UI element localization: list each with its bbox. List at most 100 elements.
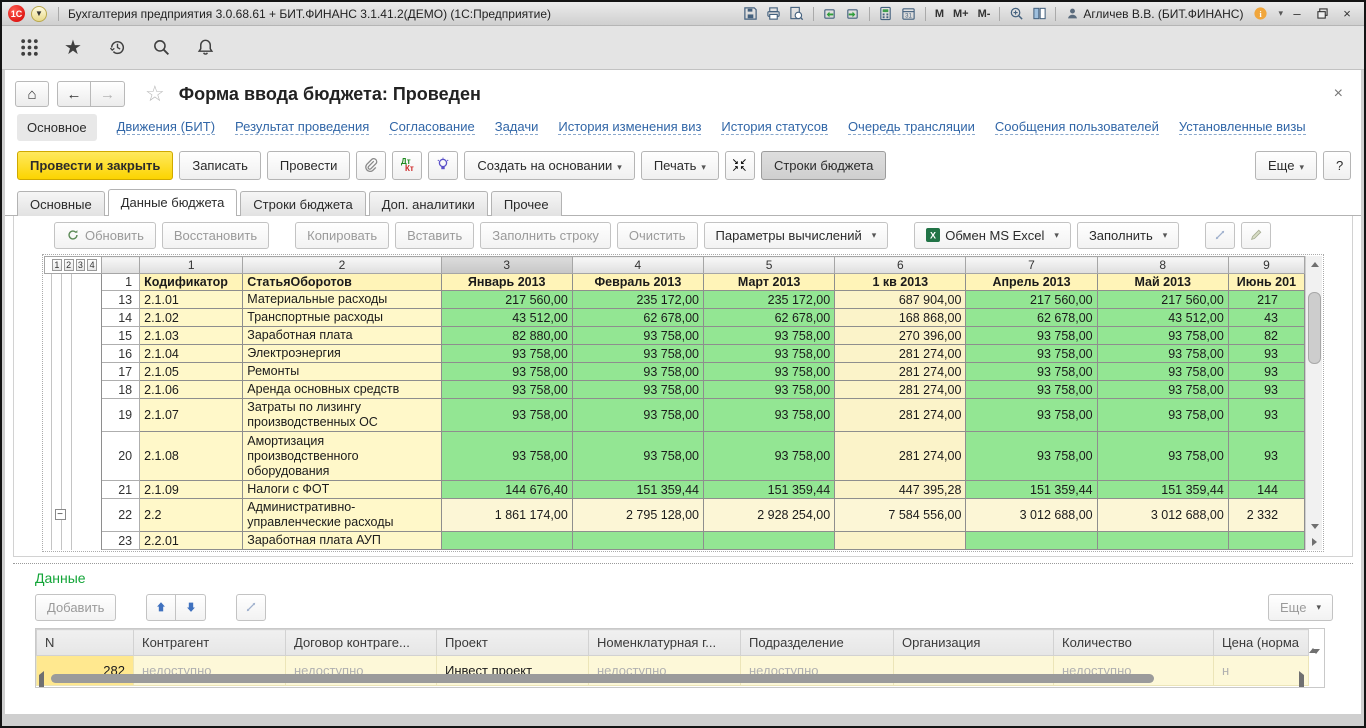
- tab-3[interactable]: Доп. аналитики: [369, 191, 488, 216]
- data-vertical-scrollbar[interactable]: [1309, 631, 1323, 654]
- value-cell[interactable]: 235 172,00: [572, 291, 703, 309]
- value-cell[interactable]: 93: [1228, 381, 1304, 399]
- nav-link-5[interactable]: История изменения виз: [558, 119, 701, 135]
- value-cell[interactable]: 217 560,00: [1097, 291, 1228, 309]
- row-number[interactable]: 17: [102, 363, 140, 381]
- data-column-header-8[interactable]: Цена (норма: [1214, 630, 1309, 656]
- column-number-9[interactable]: 9: [1228, 257, 1304, 274]
- value-cell[interactable]: 93 758,00: [441, 399, 572, 432]
- value-cell[interactable]: 2 332: [1228, 499, 1304, 532]
- nav-link-1[interactable]: Движения (БИТ): [117, 119, 215, 135]
- codifier-cell[interactable]: 2.2.01: [140, 532, 243, 550]
- article-cell[interactable]: Административно-управленческие расходы: [243, 499, 441, 532]
- scroll-up-button[interactable]: [1306, 256, 1323, 272]
- value-cell[interactable]: [835, 532, 966, 550]
- column-number-5[interactable]: 5: [704, 257, 835, 274]
- scroll-thumb[interactable]: [1308, 292, 1321, 364]
- nav-link-3[interactable]: Согласование: [389, 119, 474, 135]
- home-button[interactable]: ⌂: [15, 81, 49, 107]
- post-button[interactable]: Провести: [267, 151, 351, 180]
- data-column-header-0[interactable]: N: [37, 630, 134, 656]
- value-cell[interactable]: 62 678,00: [704, 309, 835, 327]
- codifier-cell[interactable]: 2.1.02: [140, 309, 243, 327]
- column-number-4[interactable]: 4: [572, 257, 703, 274]
- row-number[interactable]: 15: [102, 327, 140, 345]
- info-caret-icon[interactable]: ▾: [1278, 8, 1283, 19]
- value-cell[interactable]: 687 904,00: [835, 291, 966, 309]
- column-number-6[interactable]: 6: [835, 257, 966, 274]
- refresh-button[interactable]: Обновить: [54, 222, 156, 249]
- value-cell[interactable]: 2 928 254,00: [704, 499, 835, 532]
- data-column-header-6[interactable]: Организация: [894, 630, 1054, 656]
- value-cell[interactable]: 93 758,00: [966, 432, 1097, 481]
- column-number-1[interactable]: 1: [140, 257, 243, 274]
- value-cell[interactable]: 3 012 688,00: [966, 499, 1097, 532]
- value-cell[interactable]: 93 758,00: [441, 363, 572, 381]
- article-cell[interactable]: Аренда основных средств: [243, 381, 441, 399]
- move-up-button[interactable]: [146, 594, 176, 621]
- back-button[interactable]: ←: [57, 81, 91, 107]
- row-number[interactable]: 22: [102, 499, 140, 532]
- search-icon[interactable]: [150, 37, 172, 59]
- info-icon[interactable]: i: [1250, 5, 1270, 23]
- value-cell[interactable]: 7 584 556,00: [835, 499, 966, 532]
- value-cell[interactable]: [441, 532, 572, 550]
- memory-m-minus-button[interactable]: M-: [975, 8, 994, 20]
- value-cell[interactable]: 43 512,00: [441, 309, 572, 327]
- minimize-button[interactable]: –: [1286, 5, 1308, 23]
- value-cell[interactable]: 270 396,00: [835, 327, 966, 345]
- codifier-cell[interactable]: 2.1.05: [140, 363, 243, 381]
- tab-0[interactable]: Основные: [17, 191, 105, 216]
- article-cell[interactable]: Заработная плата: [243, 327, 441, 345]
- row-number[interactable]: 23: [102, 532, 140, 550]
- nav-link-7[interactable]: Очередь трансляции: [848, 119, 975, 135]
- paste-button[interactable]: Вставить: [395, 222, 474, 249]
- row-number[interactable]: 21: [102, 481, 140, 499]
- memory-m-button[interactable]: M: [932, 8, 947, 20]
- value-cell[interactable]: 281 274,00: [835, 345, 966, 363]
- sort-button[interactable]: [236, 594, 266, 621]
- value-cell[interactable]: 93 758,00: [572, 432, 703, 481]
- print-menu-button[interactable]: Печать▾: [641, 151, 719, 180]
- value-cell[interactable]: 93 758,00: [441, 345, 572, 363]
- write-button[interactable]: Записать: [179, 151, 261, 180]
- move-down-button[interactable]: [176, 594, 206, 621]
- fill-button[interactable]: Заполнить▾: [1077, 222, 1179, 249]
- scroll-right-button[interactable]: [1299, 675, 1304, 688]
- nav-link-6[interactable]: История статусов: [721, 119, 828, 135]
- row-number[interactable]: 18: [102, 381, 140, 399]
- column-number-2[interactable]: 2: [243, 257, 441, 274]
- value-cell[interactable]: 281 274,00: [835, 381, 966, 399]
- fill-row-button[interactable]: Заполнить строку: [480, 222, 611, 249]
- edit-pencil-button[interactable]: [1241, 222, 1271, 249]
- group-level-button-1[interactable]: 1: [52, 259, 62, 271]
- collapse-group-button[interactable]: −: [55, 509, 66, 520]
- calculator-icon[interactable]: [876, 5, 896, 23]
- value-cell[interactable]: 447 395,28: [835, 481, 966, 499]
- restore-button[interactable]: [1311, 5, 1333, 23]
- value-cell[interactable]: 151 359,44: [1097, 481, 1228, 499]
- excel-exchange-button[interactable]: XОбмен MS Excel▾: [914, 222, 1071, 249]
- row-number[interactable]: 13: [102, 291, 140, 309]
- data-column-header-4[interactable]: Номенклатурная г...: [589, 630, 741, 656]
- value-cell[interactable]: 43 512,00: [1097, 309, 1228, 327]
- value-cell[interactable]: 93 758,00: [572, 381, 703, 399]
- value-cell[interactable]: 93 758,00: [1097, 399, 1228, 432]
- value-cell[interactable]: 93 758,00: [704, 399, 835, 432]
- value-cell[interactable]: 217 560,00: [441, 291, 572, 309]
- split-view-icon[interactable]: [1029, 5, 1049, 23]
- memory-m-plus-button[interactable]: M+: [950, 8, 972, 20]
- codifier-cell[interactable]: 2.1.06: [140, 381, 243, 399]
- column-header-1[interactable]: СтатьяОборотов: [243, 274, 441, 291]
- value-cell[interactable]: 93 758,00: [1097, 327, 1228, 345]
- nav-link-0[interactable]: Основное: [17, 114, 97, 141]
- value-cell[interactable]: 93 758,00: [704, 381, 835, 399]
- column-header-0[interactable]: Кодификатор: [140, 274, 243, 291]
- system-menu-button[interactable]: ▼: [31, 6, 47, 22]
- value-cell[interactable]: 62 678,00: [572, 309, 703, 327]
- calendar-icon[interactable]: 31: [899, 5, 919, 23]
- scroll-right-button[interactable]: [1306, 534, 1323, 550]
- value-cell[interactable]: 217: [1228, 291, 1304, 309]
- collapse-panels-button[interactable]: ↘↙↗↖: [725, 151, 755, 180]
- value-cell[interactable]: 235 172,00: [704, 291, 835, 309]
